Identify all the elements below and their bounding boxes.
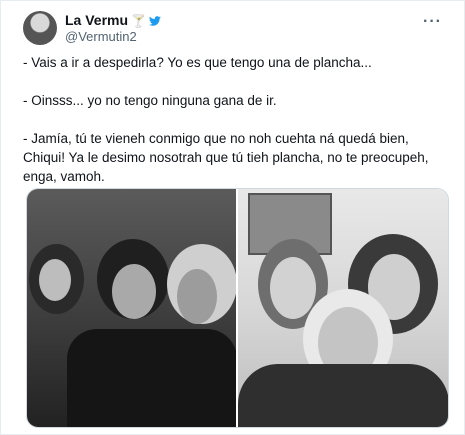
avatar[interactable] — [23, 11, 57, 45]
tweet-media[interactable] — [26, 188, 449, 428]
tweet-header: La Vermu 🍸 @Vermutin2 ··· — [23, 11, 452, 47]
bird-icon — [148, 15, 161, 26]
author-names: La Vermu 🍸 @Vermutin2 — [65, 12, 161, 45]
tweet-text: - Vais a ir a despedirla? Yo es que teng… — [23, 55, 429, 184]
author-handle[interactable]: @Vermutin2 — [65, 29, 161, 45]
more-dots-icon[interactable]: ··· — [423, 13, 442, 31]
display-name[interactable]: La Vermu — [65, 12, 128, 29]
media-photo-right[interactable] — [238, 189, 448, 427]
media-photo-left[interactable] — [27, 189, 236, 427]
cocktail-emoji-icon: 🍸 — [131, 13, 146, 28]
tweet-card[interactable]: La Vermu 🍸 @Vermutin2 ··· - Vais a ir a … — [0, 0, 465, 435]
